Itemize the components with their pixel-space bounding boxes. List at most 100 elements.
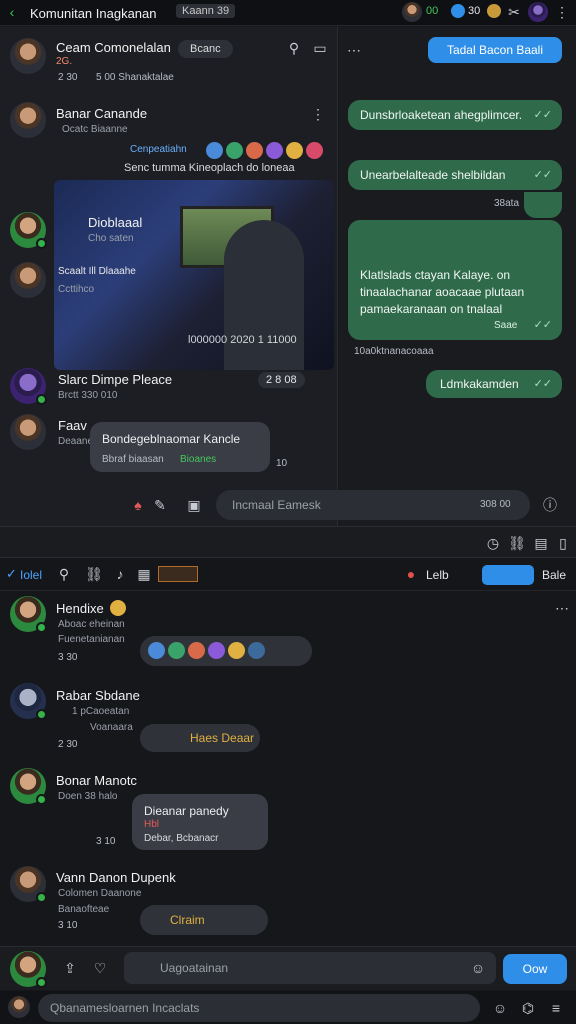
coin-icon	[487, 4, 501, 18]
shield-icon[interactable]	[451, 4, 465, 18]
message-bubble[interactable]: Unearbelalteade shelbildan ✓✓	[348, 160, 562, 190]
reaction-row[interactable]	[206, 142, 326, 159]
message-text: Unearbelalteade shelbildan	[360, 168, 506, 182]
location-icon[interactable]: ●	[402, 564, 420, 584]
game-icon[interactable]	[158, 566, 198, 582]
chat-name[interactable]: Faav	[58, 418, 87, 433]
more-icon[interactable]: ⋮	[308, 104, 328, 124]
toolbar-check-icon[interactable]: ✓	[6, 566, 17, 582]
feed-subtitle: 1 pCaoeatan	[72, 706, 130, 717]
composer-input[interactable]: Uagoatainan ☺	[124, 952, 496, 984]
header-action-label: Tadal Bacon Baali	[446, 43, 544, 57]
avatar[interactable]	[10, 262, 46, 298]
header-meta-text: 5 00 Shanaktalae	[96, 72, 174, 83]
clock-icon[interactable]: ◷	[484, 533, 502, 553]
profile-avatar[interactable]	[528, 2, 548, 22]
message-bubble[interactable]: Dunsbrloaketean ahegplimcer. ✓✓	[348, 100, 562, 130]
chat-name[interactable]: Scaalt Ill Dlaaahe	[58, 266, 136, 277]
link-icon[interactable]: ⛓	[84, 564, 104, 584]
search-icon[interactable]: ⚲	[284, 38, 304, 58]
message-input[interactable]: Incmaal Eamesk 308 00	[216, 490, 530, 520]
heart-icon[interactable]: ♡	[90, 958, 110, 978]
info-icon[interactable]: ⓘ	[540, 495, 560, 515]
emoji-icon[interactable]: ☺	[490, 998, 510, 1018]
avatar[interactable]	[10, 596, 47, 633]
title-tag[interactable]: Kaann 39	[176, 4, 236, 18]
pin-icon[interactable]: ▯	[554, 533, 572, 553]
reaction-pill[interactable]	[140, 636, 312, 666]
more-icon[interactable]: ⋯	[344, 40, 364, 60]
header-subtitle: 2G.	[56, 56, 73, 67]
tag-pill[interactable]: Clraim	[140, 905, 268, 935]
smile-icon	[110, 600, 126, 616]
avatar[interactable]	[10, 866, 47, 903]
message-stamp: 38ata	[494, 198, 520, 209]
music-icon[interactable]: ♪	[110, 564, 130, 584]
toolbar-label[interactable]: Iolel	[20, 568, 42, 582]
bottom-input[interactable]: Qbanamesloarnen Incaclats	[38, 994, 480, 1022]
chat-name[interactable]: Dioblaaal	[88, 215, 142, 230]
header-meta-time: 2 30	[58, 72, 78, 83]
feed-name[interactable]: Vann Danon Dupenk	[56, 870, 176, 885]
attach-icon[interactable]: ⌬	[518, 998, 538, 1018]
avatar[interactable]	[10, 38, 46, 74]
send-button[interactable]: Oow	[503, 954, 567, 984]
video-figure	[224, 220, 304, 370]
avatar[interactable]	[10, 951, 47, 988]
reaction-icon[interactable]: ♠	[128, 495, 148, 515]
link-icon[interactable]: ⛓	[508, 533, 526, 553]
message-time: Saae	[494, 320, 518, 331]
page-icon[interactable]: ▤	[532, 533, 550, 553]
avatar[interactable]	[10, 368, 47, 405]
toolbar-text[interactable]: Lelb	[426, 568, 449, 582]
toolbar-tab-active[interactable]	[482, 565, 534, 585]
chat-header-name[interactable]: Ceam Comonelalan	[56, 40, 171, 55]
feed-name[interactable]: Rabar Sbdane	[56, 688, 140, 703]
message-input-placeholder: Incmaal Eamesk	[232, 498, 321, 512]
read-check-icon: ✓✓	[533, 319, 552, 331]
avatar[interactable]	[402, 2, 422, 22]
avatar[interactable]	[10, 683, 47, 720]
feed-name[interactable]: Hendixe	[56, 601, 104, 616]
chat-subtitle: Ccttihco	[58, 284, 95, 295]
chat-name[interactable]: Banar Canande	[56, 106, 147, 121]
date-line: 10a0ktnanacoaaa	[354, 346, 434, 357]
more-icon[interactable]: ⋮	[552, 2, 572, 22]
feed-name[interactable]: Bonar Manotc	[56, 773, 137, 788]
emoji-icon[interactable]: ☺	[468, 958, 488, 978]
feed-time: 2 30	[58, 739, 78, 750]
avatar[interactable]	[10, 768, 47, 805]
stat-count: 30	[468, 5, 481, 17]
attach-icon[interactable]: ✎	[150, 495, 170, 515]
menu-icon[interactable]: ≡	[546, 998, 566, 1018]
message-text-line3: pamaekaranaan on tnalaal	[360, 302, 503, 316]
share-icon[interactable]: ⇪	[60, 958, 80, 978]
toolbar-text-right[interactable]: Bale	[542, 568, 566, 582]
composer-placeholder: Uagoatainan	[160, 961, 229, 975]
feed-subtitle-2: Banaofteae	[58, 904, 110, 915]
avatar[interactable]	[10, 212, 47, 249]
avatar[interactable]	[8, 996, 30, 1018]
gallery-icon[interactable]: ▦	[134, 564, 154, 584]
feed-time: 3 10	[58, 920, 78, 931]
message-bubble[interactable]: Dieanar panedy Hbl Debar, Bcbanacr	[132, 794, 268, 850]
more-icon[interactable]: ⋯	[552, 598, 572, 618]
avatar[interactable]	[10, 414, 46, 450]
message-meta: Bbraf biaasan	[102, 454, 164, 465]
header-badge[interactable]: Bcanc	[178, 40, 233, 58]
message-bubble[interactable]: Klatlslads ctayan Kalaye. on tinaalachan…	[348, 220, 562, 340]
message-time: 10	[276, 458, 288, 469]
message-bubble[interactable]: Bondegeblnaomar Kancle Bbraf biaasan Bio…	[90, 422, 270, 472]
tools-icon[interactable]: ✂	[504, 2, 524, 22]
sticker-icon[interactable]: ▣	[184, 495, 204, 515]
message-bubble[interactable]: Ldmkakamden ✓✓	[426, 370, 562, 398]
chat-name[interactable]: Slarc Dimpe Pleace	[58, 372, 172, 387]
tag-pill[interactable]: Haes Deaar	[140, 724, 260, 752]
chat-subtitle: Ocatc Biaanne	[62, 124, 128, 135]
search-icon[interactable]: ⚲	[54, 564, 74, 584]
message-meta: Debar, Bcbanacr	[144, 833, 219, 844]
avatar[interactable]	[10, 102, 46, 138]
back-arrow-icon[interactable]: ‹	[4, 2, 20, 22]
header-action-button[interactable]: Tadal Bacon Baali	[428, 37, 562, 63]
chat-icon[interactable]: ▭	[310, 38, 330, 58]
